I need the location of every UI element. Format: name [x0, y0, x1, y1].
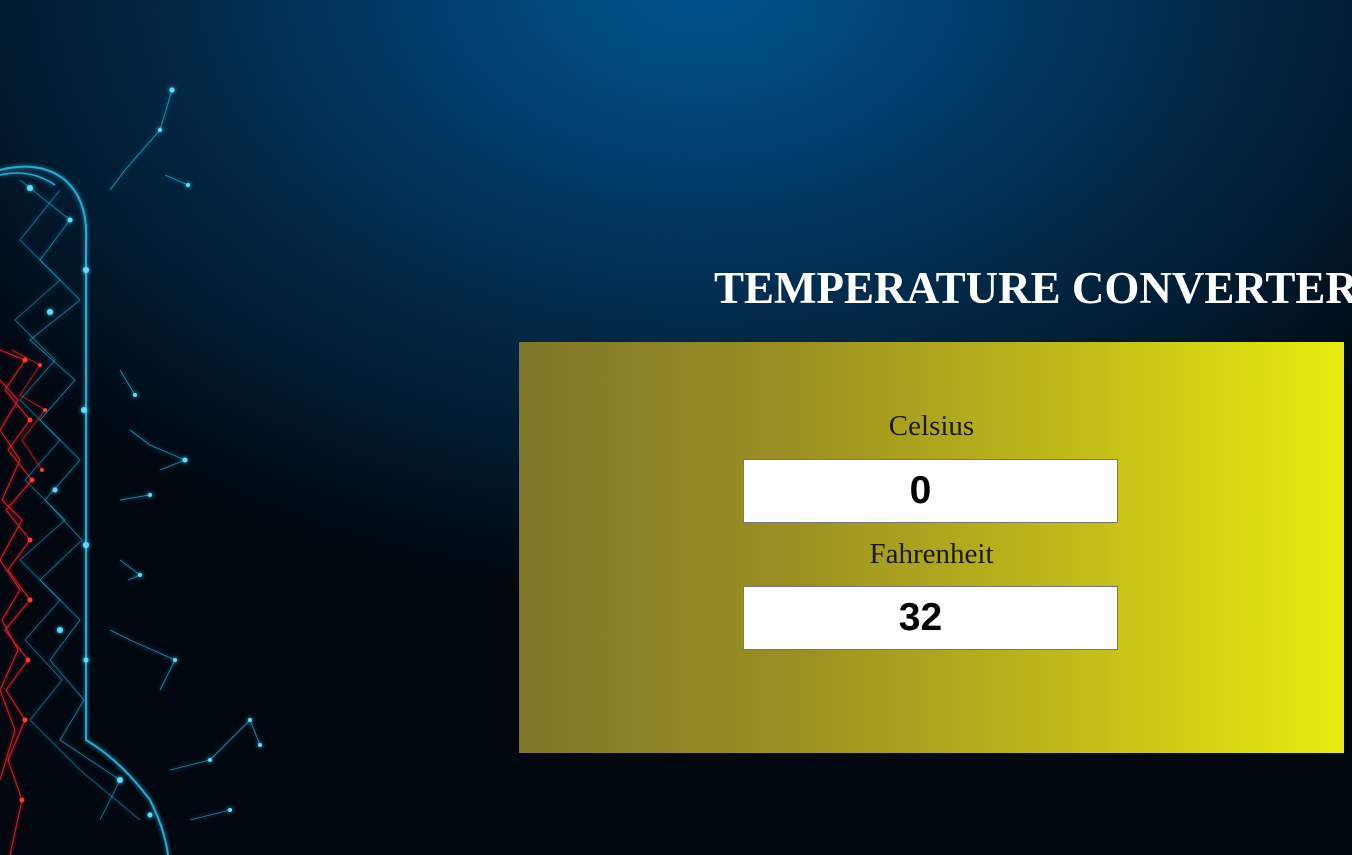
fahrenheit-input[interactable] [743, 586, 1118, 650]
converter-panel: Celsius Fahrenheit [519, 342, 1344, 753]
thermometer-mercury [0, 349, 46, 855]
celsius-input[interactable] [743, 459, 1118, 523]
celsius-label: Celsius [888, 410, 975, 442]
mercury-dots [19, 357, 47, 803]
fahrenheit-label: Fahrenheit [869, 538, 994, 570]
page-title: TEMPERATURE CONVERTER [714, 263, 1352, 313]
thermometer-dots [27, 87, 262, 818]
thermometer-outline [0, 89, 261, 855]
thermometer-network-illustration [0, 87, 262, 855]
